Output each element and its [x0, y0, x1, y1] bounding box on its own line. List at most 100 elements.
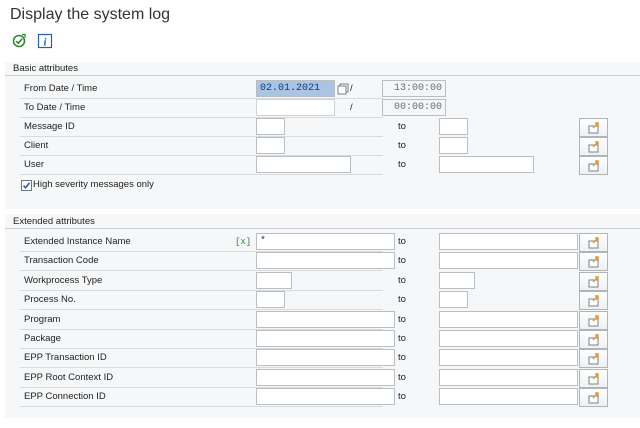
to-label: to	[398, 275, 406, 286]
row-divider	[20, 270, 383, 271]
user-to-field[interactable]	[439, 156, 534, 173]
multiple-selection-button[interactable]	[579, 137, 608, 156]
row-divider	[20, 136, 383, 137]
process-no-to-field[interactable]	[439, 291, 468, 308]
user-label: User	[24, 159, 45, 170]
multiple-selection-icon	[588, 122, 599, 134]
checkmark-icon	[22, 182, 31, 190]
epp-root-context-id-from-field[interactable]	[256, 369, 395, 386]
client-label: Client	[24, 140, 49, 151]
multiple-selection-button[interactable]	[579, 272, 608, 291]
workprocess-type-label: Workprocess Type	[24, 275, 103, 286]
multiple-selection-icon	[588, 256, 599, 268]
multiple-selection-icon	[588, 276, 599, 288]
user-from-field[interactable]	[256, 156, 351, 173]
row-divider	[20, 367, 383, 368]
info-icon: i	[37, 33, 53, 49]
row-divider	[20, 174, 383, 175]
from-date-time-label: From Date / Time	[24, 83, 98, 94]
high-severity-checkbox[interactable]	[21, 180, 32, 191]
to-label: to	[398, 236, 406, 247]
group-divider	[5, 75, 640, 76]
transaction-code-from-field[interactable]	[256, 252, 395, 269]
to-label: to	[398, 352, 406, 363]
epp-transaction-id-label: EPP Transaction ID	[24, 352, 107, 363]
calendar-icon[interactable]	[337, 83, 349, 95]
to-label: to	[398, 159, 406, 170]
multiple-selection-button[interactable]	[579, 330, 608, 349]
epp-transaction-id-from-field[interactable]	[256, 349, 395, 366]
multiple-selection-button[interactable]	[579, 291, 608, 310]
client-to-field[interactable]	[439, 137, 468, 154]
group-divider	[5, 228, 640, 229]
execute-icon	[12, 33, 26, 48]
epp-root-context-id-to-field[interactable]	[439, 369, 578, 386]
package-to-field[interactable]	[439, 330, 578, 347]
epp-connection-id-from-field[interactable]	[256, 388, 395, 405]
epp-connection-id-label: EPP Connection ID	[24, 391, 106, 402]
extended-instance-name-to-field[interactable]	[439, 233, 578, 250]
from-time-field[interactable]: 13:00:00	[382, 80, 446, 97]
info-button[interactable]: i	[37, 33, 53, 49]
multiple-selection-button[interactable]	[579, 252, 608, 271]
to-date-time-label: To Date / Time	[24, 102, 86, 113]
to-label: to	[398, 121, 406, 132]
message-id-to-field[interactable]	[439, 118, 468, 135]
multiple-selection-button[interactable]	[579, 369, 608, 388]
multiple-selection-icon	[588, 315, 599, 327]
extended-instance-name-label: Extended Instance Name	[24, 236, 131, 247]
basic-attributes-title: Basic attributes	[13, 63, 78, 74]
multiple-selection-icon	[588, 353, 599, 365]
date-time-separator: /	[350, 83, 353, 94]
multiple-selection-button[interactable]	[579, 311, 608, 330]
multiple-selection-icon	[588, 141, 599, 153]
to-time-field[interactable]: 00:00:00	[382, 99, 446, 116]
date-time-separator: /	[350, 102, 353, 113]
client-from-field[interactable]	[256, 137, 285, 154]
to-label: to	[398, 294, 406, 305]
to-label: to	[398, 391, 406, 402]
row-divider	[20, 309, 383, 310]
package-from-field[interactable]	[256, 330, 395, 347]
row-divider	[20, 406, 383, 407]
package-label: Package	[24, 333, 61, 344]
multiple-selection-button[interactable]	[579, 156, 608, 175]
transaction-code-label: Transaction Code	[24, 255, 99, 266]
multiple-selection-button[interactable]	[579, 388, 608, 407]
execute-button[interactable]	[11, 33, 27, 49]
multiple-selection-button[interactable]	[579, 349, 608, 368]
message-id-label: Message ID	[24, 121, 75, 132]
to-label: to	[398, 255, 406, 266]
to-date-field[interactable]	[256, 99, 335, 116]
extended-attributes-title: Extended attributes	[13, 216, 95, 227]
multiple-selection-icon	[588, 334, 599, 346]
process-no-from-field[interactable]	[256, 291, 285, 308]
epp-transaction-id-to-field[interactable]	[439, 349, 578, 366]
multiple-selection-button[interactable]	[579, 118, 608, 137]
multiple-selection-icon	[588, 373, 599, 385]
from-date-field[interactable]: 02.01.2021	[256, 80, 335, 97]
message-id-from-field[interactable]	[256, 118, 285, 135]
to-label: to	[398, 314, 406, 325]
to-label: to	[398, 372, 406, 383]
workprocess-type-from-field[interactable]	[256, 272, 292, 289]
high-severity-label[interactable]: High severity messages only	[33, 176, 154, 194]
transaction-code-to-field[interactable]	[439, 252, 578, 269]
program-from-field[interactable]	[256, 311, 395, 328]
epp-root-context-id-label: EPP Root Context ID	[24, 372, 114, 383]
multiple-selection-icon	[588, 160, 599, 172]
to-label: to	[398, 140, 406, 151]
multiple-selection-button[interactable]	[579, 233, 608, 252]
program-to-field[interactable]	[439, 311, 578, 328]
to-label: to	[398, 333, 406, 344]
epp-connection-id-to-field[interactable]	[439, 388, 578, 405]
program-label: Program	[24, 314, 61, 325]
workprocess-type-to-field[interactable]	[439, 272, 475, 289]
input-help-icon[interactable]: [x]	[235, 237, 251, 247]
multiple-selection-icon	[588, 237, 599, 249]
multiple-selection-icon	[588, 392, 599, 404]
page-title: Display the system log	[10, 6, 171, 23]
extended-instance-name-from-field[interactable]: *	[256, 233, 395, 250]
process-no-label: Process No.	[24, 294, 76, 305]
multiple-selection-icon	[588, 295, 599, 307]
